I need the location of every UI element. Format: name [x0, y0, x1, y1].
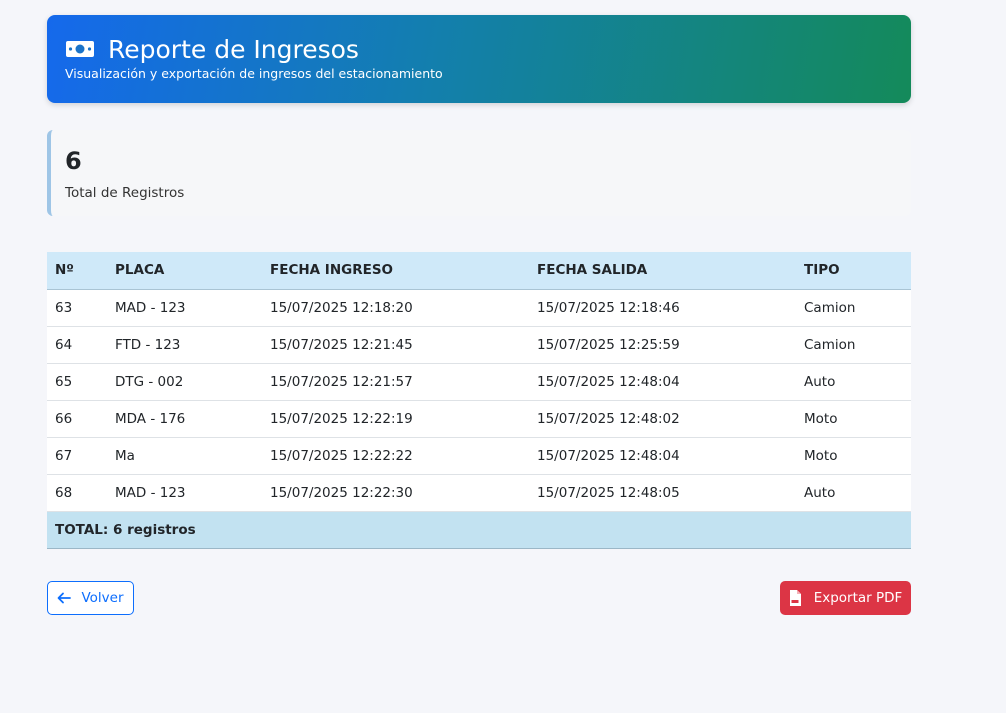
column-header-number: Nº — [47, 252, 107, 290]
export-pdf-button[interactable]: Exportar PDF — [780, 581, 911, 615]
cell-entry-date: 15/07/2025 12:22:22 — [262, 437, 529, 475]
cell-type: Auto — [796, 474, 911, 512]
table-row: 67 Ma 15/07/2025 12:22:22 15/07/2025 12:… — [47, 437, 911, 475]
cell-entry-date: 15/07/2025 12:18:20 — [262, 289, 529, 327]
table-row: 63 MAD - 123 15/07/2025 12:18:20 15/07/2… — [47, 289, 911, 327]
cell-number: 65 — [47, 363, 107, 401]
cell-type: Moto — [796, 437, 911, 475]
arrow-left-icon — [57, 592, 72, 604]
cell-entry-date: 15/07/2025 12:21:57 — [262, 363, 529, 401]
cell-plate: DTG - 002 — [107, 363, 262, 401]
cell-exit-date: 15/07/2025 12:18:46 — [529, 289, 796, 327]
cell-plate: Ma — [107, 437, 262, 475]
cell-type: Auto — [796, 363, 911, 401]
column-header-exit-date: FECHA SALIDA — [529, 252, 796, 290]
cell-exit-date: 15/07/2025 12:48:05 — [529, 474, 796, 512]
cell-type: Camion — [796, 326, 911, 364]
report-header: Reporte de Ingresos Visualización y expo… — [47, 15, 911, 103]
cell-plate: MAD - 123 — [107, 289, 262, 327]
total-records-label: Total de Registros — [65, 185, 185, 201]
cell-type: Camion — [796, 289, 911, 327]
cell-plate: MAD - 123 — [107, 474, 262, 512]
header-title-row: Reporte de Ingresos — [65, 33, 359, 65]
cell-plate: FTD - 123 — [107, 326, 262, 364]
cell-plate: MDA - 176 — [107, 400, 262, 438]
column-header-type: TIPO — [796, 252, 911, 290]
column-header-plate: PLACA — [107, 252, 262, 290]
money-bill-icon — [65, 38, 95, 60]
table-row: 66 MDA - 176 15/07/2025 12:22:19 15/07/2… — [47, 400, 911, 438]
cell-entry-date: 15/07/2025 12:22:19 — [262, 400, 529, 438]
table-row: 68 MAD - 123 15/07/2025 12:22:30 15/07/2… — [47, 474, 911, 512]
cell-number: 67 — [47, 437, 107, 475]
export-pdf-label: Exportar PDF — [813, 590, 903, 606]
cell-entry-date: 15/07/2025 12:21:45 — [262, 326, 529, 364]
cell-number: 63 — [47, 289, 107, 327]
cell-exit-date: 15/07/2025 12:48:04 — [529, 363, 796, 401]
file-pdf-icon — [789, 590, 801, 606]
cell-type: Moto — [796, 400, 911, 438]
income-table: Nº PLACA FECHA INGRESO FECHA SALIDA TIPO… — [47, 252, 911, 549]
table-total-row: TOTAL: 6 registros — [47, 511, 911, 549]
table-row: 65 DTG - 002 15/07/2025 12:21:57 15/07/2… — [47, 363, 911, 401]
table-header-row: Nº PLACA FECHA INGRESO FECHA SALIDA TIPO — [47, 252, 911, 290]
cell-entry-date: 15/07/2025 12:22:30 — [262, 474, 529, 512]
cell-number: 66 — [47, 400, 107, 438]
back-button-label: Volver — [81, 590, 124, 606]
table-row: 64 FTD - 123 15/07/2025 12:21:45 15/07/2… — [47, 326, 911, 364]
page-subtitle: Visualización y exportación de ingresos … — [65, 66, 443, 81]
cell-exit-date: 15/07/2025 12:48:02 — [529, 400, 796, 438]
total-records-value: 6 — [65, 147, 82, 175]
column-header-entry-date: FECHA INGRESO — [262, 252, 529, 290]
cell-number: 64 — [47, 326, 107, 364]
page-title: Reporte de Ingresos — [108, 34, 359, 64]
total-records-card: 6 Total de Registros — [47, 130, 911, 216]
cell-number: 68 — [47, 474, 107, 512]
back-button[interactable]: Volver — [47, 581, 134, 615]
cell-exit-date: 15/07/2025 12:25:59 — [529, 326, 796, 364]
table-total-label: TOTAL: 6 registros — [47, 511, 911, 549]
cell-exit-date: 15/07/2025 12:48:04 — [529, 437, 796, 475]
